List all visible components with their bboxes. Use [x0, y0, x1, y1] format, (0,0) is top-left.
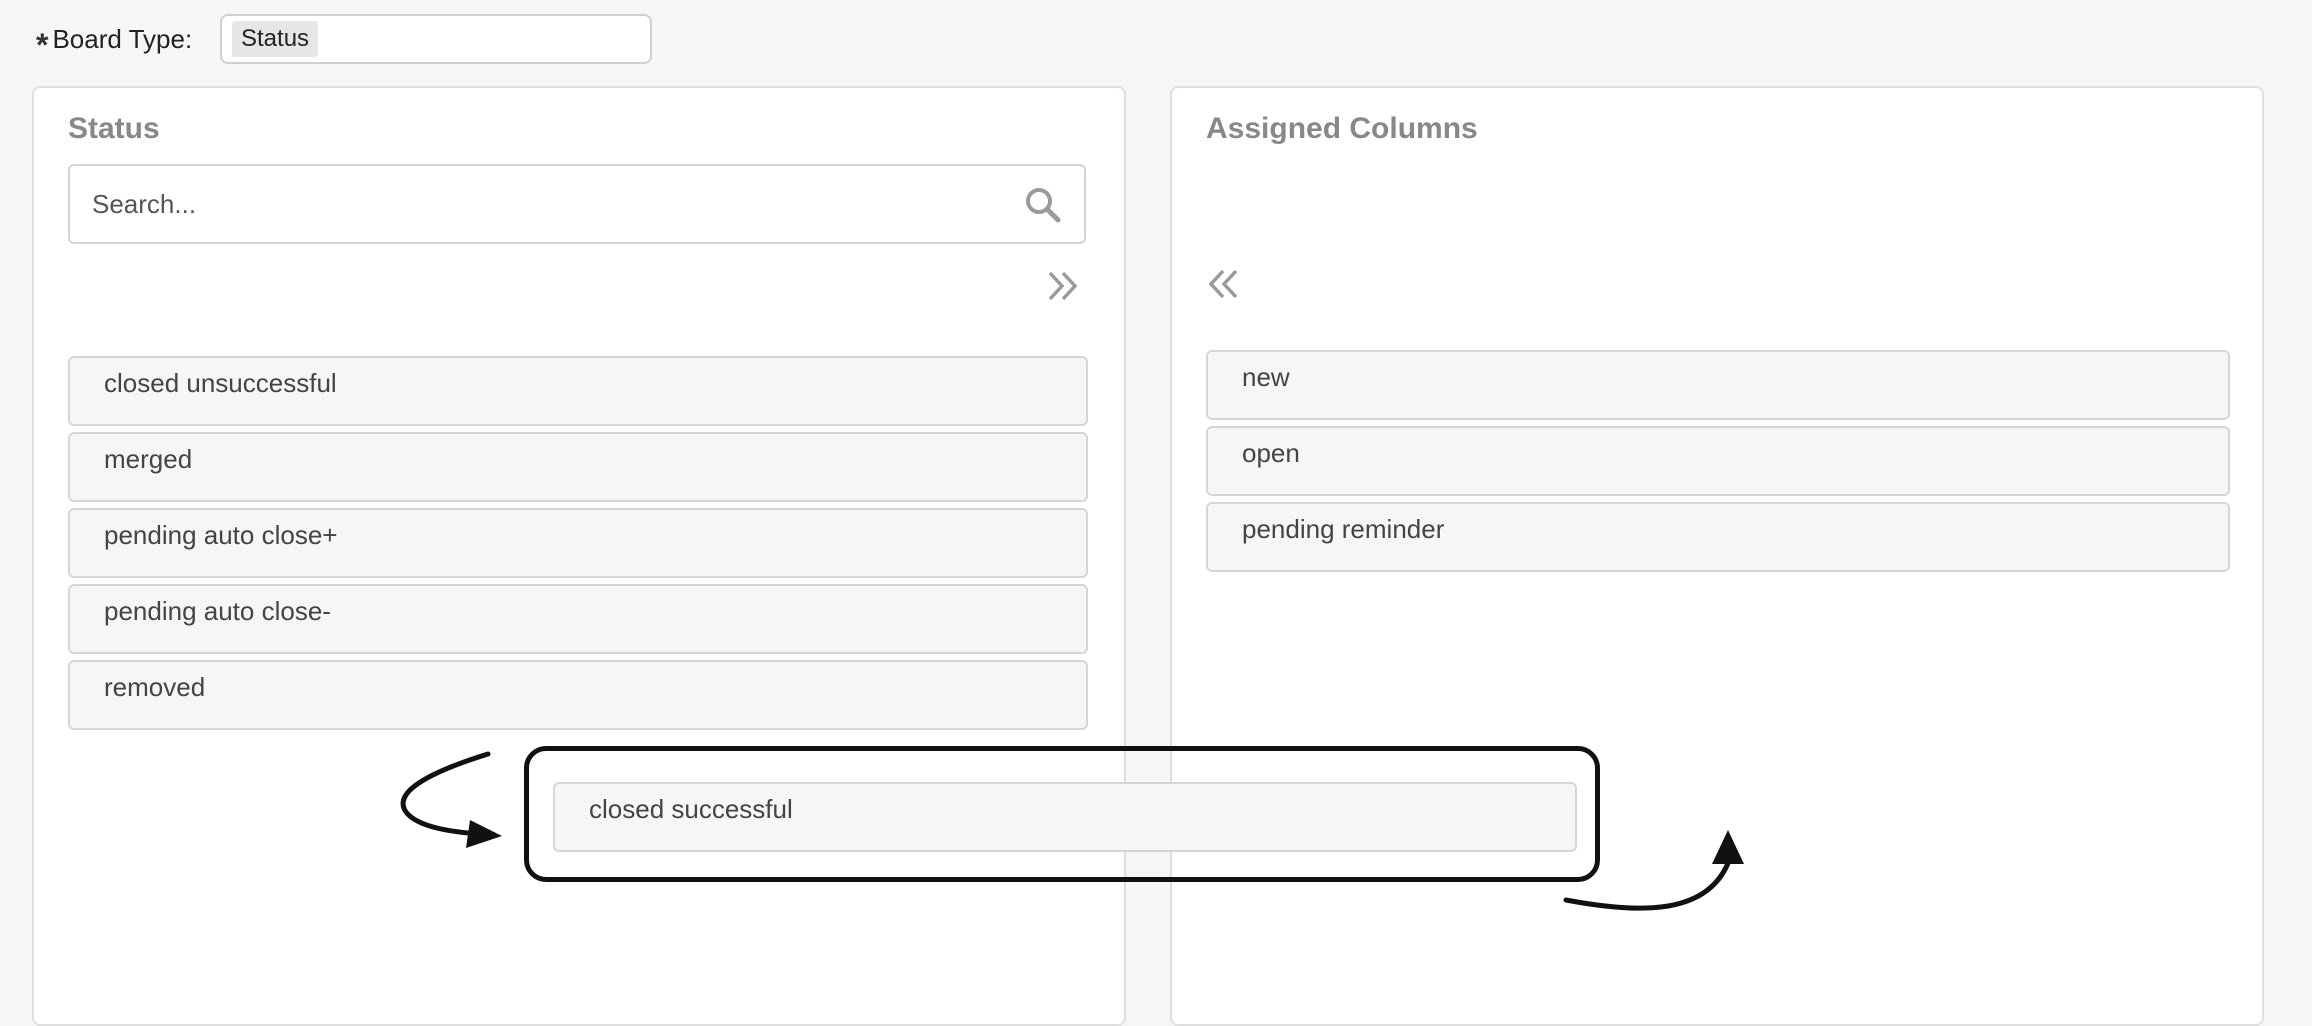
- search-box[interactable]: [68, 164, 1086, 244]
- board-type-label: Board Type:: [52, 23, 193, 54]
- board-type-select[interactable]: Status: [220, 14, 652, 64]
- list-item[interactable]: pending reminder: [1206, 502, 2230, 572]
- status-panel: Status closed unsuccessful merged pendin…: [32, 86, 1126, 1026]
- search-icon[interactable]: [1024, 186, 1062, 224]
- double-chevron-right-icon[interactable]: [1046, 268, 1082, 304]
- list-item[interactable]: pending auto close+: [68, 508, 1088, 578]
- list-item[interactable]: pending auto close-: [68, 584, 1088, 654]
- double-chevron-left-icon[interactable]: [1204, 266, 1240, 302]
- board-type-selected-token[interactable]: Status: [232, 21, 319, 57]
- list-item[interactable]: open: [1206, 426, 2230, 496]
- required-mark: *: [36, 27, 49, 63]
- search-input[interactable]: [92, 188, 992, 220]
- assigned-columns-panel: Assigned Columns new open pending remind…: [1170, 86, 2264, 1026]
- dragged-list-item[interactable]: closed successful: [553, 782, 1577, 852]
- list-item[interactable]: removed: [68, 660, 1088, 730]
- status-panel-title: Status: [68, 112, 160, 145]
- list-item[interactable]: merged: [68, 432, 1088, 502]
- assigned-columns-title: Assigned Columns: [1206, 112, 1478, 145]
- list-item[interactable]: closed unsuccessful: [68, 356, 1088, 426]
- available-status-list: closed unsuccessful merged pending auto …: [68, 356, 1088, 736]
- assigned-columns-list: new open pending reminder: [1206, 350, 2230, 578]
- board-type-row: * Board Type:: [36, 14, 192, 64]
- list-item[interactable]: new: [1206, 350, 2230, 420]
